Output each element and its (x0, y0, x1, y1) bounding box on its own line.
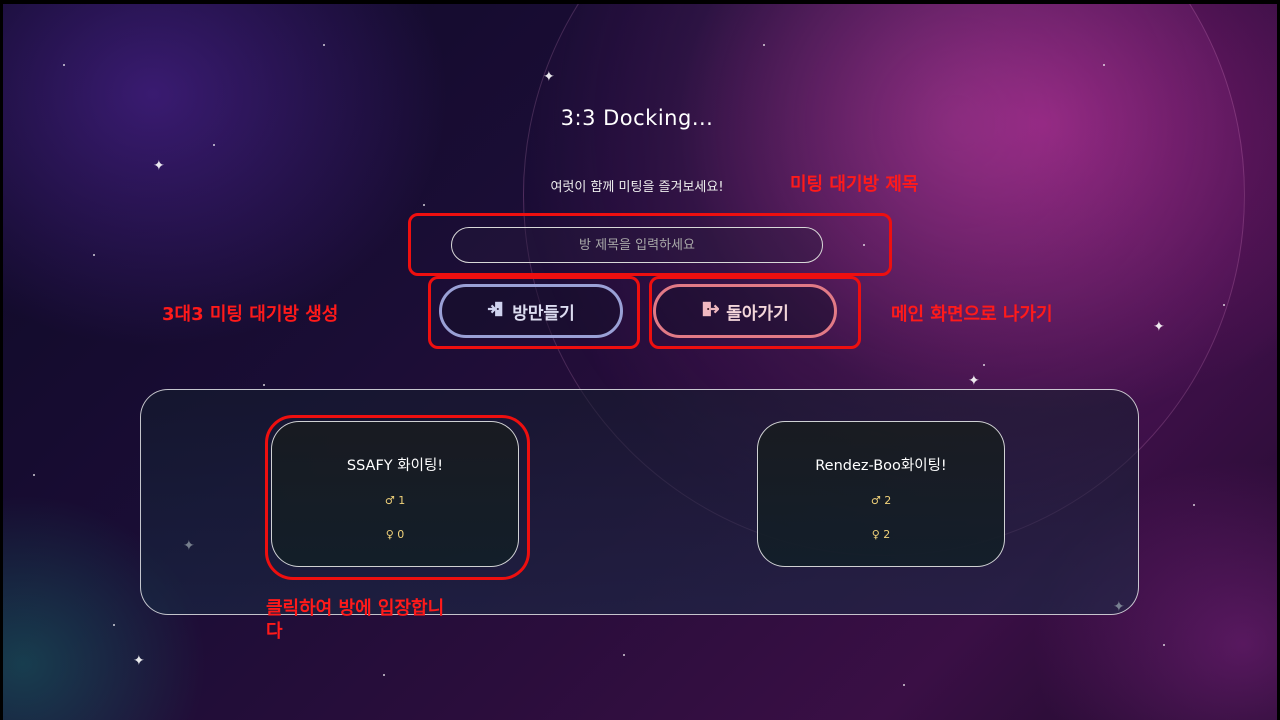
star (983, 364, 985, 366)
sparkle: ✦ (968, 373, 980, 389)
female-icon: ♀ (871, 528, 880, 541)
star (1193, 504, 1195, 506)
star (63, 64, 65, 66)
annotation-go-main: 메인 화면으로 나가기 (891, 304, 1053, 325)
sparkle: ✦ (153, 158, 165, 174)
page-title: 3:3 Docking... (560, 106, 714, 130)
star (213, 144, 215, 146)
star (1103, 64, 1105, 66)
star (93, 254, 95, 256)
room-name: Rendez-Boo화이팅! (815, 458, 947, 474)
female-count-row: ♀ 2 (758, 528, 1004, 541)
annotation-box-create-room (428, 276, 640, 349)
star (903, 684, 905, 686)
star (113, 624, 115, 626)
female-count: 2 (883, 528, 891, 541)
male-icon: ♂ (870, 494, 881, 507)
page-subtitle: 여럿이 함께 미팅을 즐겨보세요! (550, 180, 724, 195)
sparkle: ✦ (1153, 319, 1165, 335)
star (1163, 644, 1165, 646)
star (1223, 304, 1225, 306)
star (263, 384, 265, 386)
annotation-enter-room-line1: 클릭하여 방에 입장합니 (266, 598, 445, 619)
annotation-enter-room-line2: 다 (266, 621, 283, 642)
star (383, 674, 385, 676)
annotation-room-title: 미팅 대기방 제목 (790, 174, 919, 195)
star (323, 44, 325, 46)
sparkle: ✦ (543, 69, 555, 85)
annotation-box-back (649, 276, 861, 349)
star (623, 654, 625, 656)
star (763, 44, 765, 46)
annotation-create-room: 3대3 미팅 대기방 생성 (162, 304, 339, 325)
male-count-row: ♂ 2 (758, 494, 1004, 507)
annotation-box-room-title (408, 213, 892, 276)
annotation-box-room-card (265, 415, 530, 580)
room-card[interactable]: Rendez-Boo화이팅! ♂ 2 ♀ 2 (757, 421, 1005, 567)
star (423, 204, 425, 206)
star (33, 474, 35, 476)
sparkle: ✦ (133, 653, 145, 669)
male-count: 2 (884, 494, 892, 507)
